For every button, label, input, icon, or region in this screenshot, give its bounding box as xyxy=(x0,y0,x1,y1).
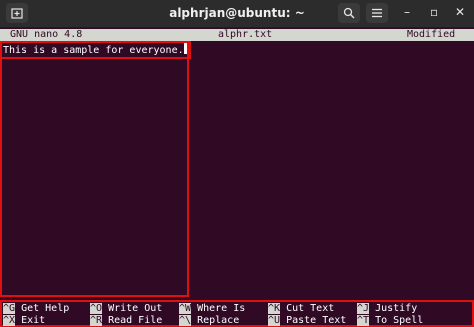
shortcut-write-out[interactable]: ^O Write Out xyxy=(90,303,162,314)
search-icon[interactable] xyxy=(338,3,360,23)
shortcut-label: Exit xyxy=(21,315,46,326)
nano-filename: alphr.txt xyxy=(218,29,273,40)
shortcut-key: ^W xyxy=(179,303,192,314)
shortcut-key: ^U xyxy=(268,315,281,326)
shortcut-key: ^\ xyxy=(179,315,192,326)
nano-status: Modified xyxy=(407,29,456,40)
shortcut-label: Cut Text xyxy=(286,303,335,314)
window-titlebar: alphrjan@ubuntu: ~ – ▫ ✕ xyxy=(0,0,474,28)
shortcut-paste-text[interactable]: ^U Paste Text xyxy=(268,315,346,326)
shortcut-label: Justify xyxy=(375,303,418,314)
shortcut-label: Where Is xyxy=(197,303,246,314)
shortcut-label: Paste Text xyxy=(286,315,347,326)
shortcut-get-help[interactable]: ^G Get Help xyxy=(3,303,69,314)
nano-header-bar: GNU nano 4.8 alphr.txt Modified xyxy=(0,29,474,41)
shortcut-read-file[interactable]: ^R Read File xyxy=(90,315,162,326)
hamburger-menu-icon[interactable] xyxy=(366,3,388,23)
window-title: alphrjan@ubuntu: ~ xyxy=(169,6,305,20)
maximize-icon[interactable]: ▫ xyxy=(430,5,438,19)
shortcut-key: ^R xyxy=(90,315,103,326)
shortcut-to-spell[interactable]: ^T To Spell xyxy=(357,315,423,326)
minimize-icon[interactable]: – xyxy=(404,5,410,19)
highlight-editor-area xyxy=(0,41,189,297)
shortcut-label: Replace xyxy=(197,315,240,326)
shortcut-justify[interactable]: ^J Justify xyxy=(357,303,417,314)
shortcut-label: To Spell xyxy=(375,315,424,326)
close-icon[interactable]: ✕ xyxy=(455,5,465,19)
shortcut-label: Write Out xyxy=(108,303,163,314)
nano-version: GNU nano 4.8 xyxy=(10,29,83,40)
shortcut-replace[interactable]: ^\ Replace xyxy=(179,315,239,326)
shortcut-key: ^O xyxy=(90,303,103,314)
shortcut-key: ^J xyxy=(357,303,370,314)
shortcut-where-is[interactable]: ^W Where Is xyxy=(179,303,245,314)
shortcut-key: ^T xyxy=(357,315,370,326)
shortcut-key: ^G xyxy=(3,303,16,314)
shortcut-key: ^X xyxy=(3,315,16,326)
shortcut-cut-text[interactable]: ^K Cut Text xyxy=(268,303,334,314)
shortcut-key: ^K xyxy=(268,303,281,314)
shortcut-label: Get Help xyxy=(21,303,70,314)
shortcut-label: Read File xyxy=(108,315,163,326)
shortcut-exit[interactable]: ^X Exit xyxy=(3,315,45,326)
